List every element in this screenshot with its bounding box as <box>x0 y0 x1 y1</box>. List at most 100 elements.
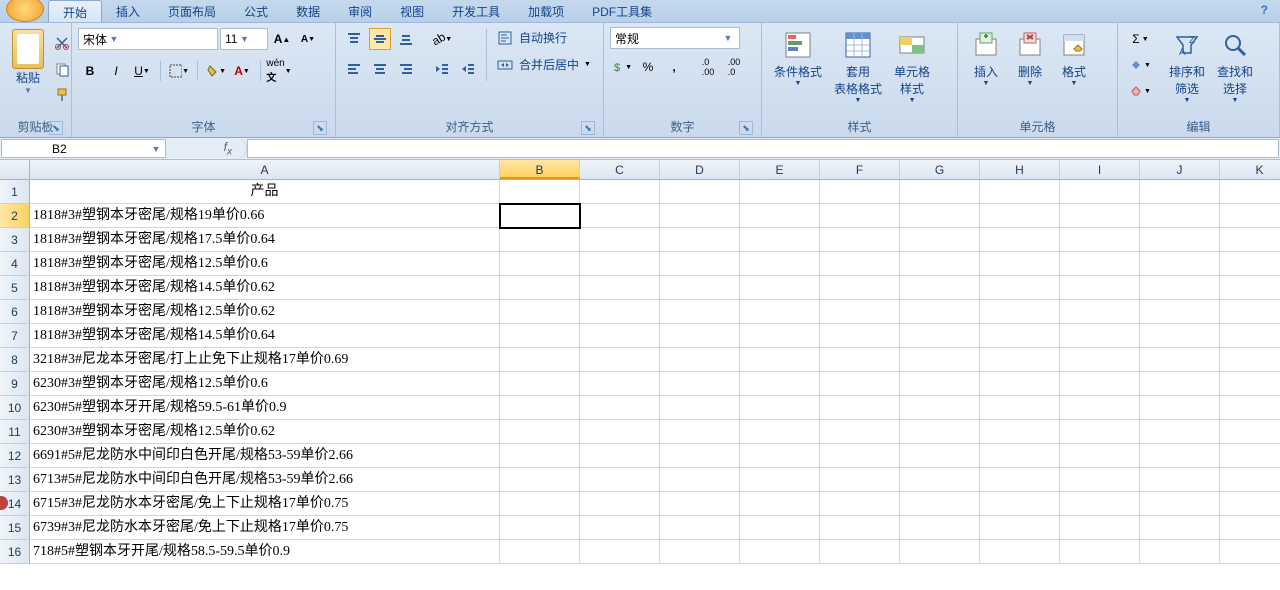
cell-G11[interactable] <box>900 420 980 444</box>
tab-1[interactable]: 插入 <box>102 0 154 22</box>
cell-B9[interactable] <box>500 372 580 396</box>
cell-H8[interactable] <box>980 348 1060 372</box>
tab-7[interactable]: 开发工具 <box>438 0 514 22</box>
cell-F7[interactable] <box>820 324 900 348</box>
cell-C10[interactable] <box>580 396 660 420</box>
cell-C7[interactable] <box>580 324 660 348</box>
cell-E14[interactable] <box>740 492 820 516</box>
tab-5[interactable]: 审阅 <box>334 0 386 22</box>
align-left-button[interactable] <box>343 58 365 80</box>
cell-F6[interactable] <box>820 300 900 324</box>
cell-E6[interactable] <box>740 300 820 324</box>
cell-B1[interactable] <box>500 180 580 204</box>
cell-C6[interactable] <box>580 300 660 324</box>
decrease-indent-button[interactable] <box>431 58 453 80</box>
cell-D7[interactable] <box>660 324 740 348</box>
table-format-button[interactable]: 套用 表格格式▼ <box>828 27 888 106</box>
row-header-9[interactable]: 9 <box>0 372 29 396</box>
cell-A6[interactable]: 1818#3#塑钢本牙密尾/规格12.5单价0.62 <box>30 300 500 324</box>
cell-F11[interactable] <box>820 420 900 444</box>
row-header-15[interactable]: 15 <box>0 516 29 540</box>
cell-B7[interactable] <box>500 324 580 348</box>
cell-B4[interactable] <box>500 252 580 276</box>
tab-8[interactable]: 加载项 <box>514 0 578 22</box>
cell-E9[interactable] <box>740 372 820 396</box>
cell-G8[interactable] <box>900 348 980 372</box>
cell-E16[interactable] <box>740 540 820 564</box>
cell-B16[interactable] <box>500 540 580 564</box>
cell-G9[interactable] <box>900 372 980 396</box>
increase-indent-button[interactable] <box>457 58 479 80</box>
cell-K1[interactable] <box>1220 180 1280 204</box>
row-headers[interactable]: 12345678910111213141516 <box>0 180 30 564</box>
cell-C1[interactable] <box>580 180 660 204</box>
column-header-E[interactable]: E <box>740 160 820 179</box>
cell-H1[interactable] <box>980 180 1060 204</box>
cell-A14[interactable]: 6715#3#尼龙防水本牙密尾/免上下止规格17单价0.75 <box>30 492 500 516</box>
row-header-3[interactable]: 3 <box>0 228 29 252</box>
cell-G2[interactable] <box>900 204 980 228</box>
alignment-launcher[interactable]: ⬊ <box>581 121 595 135</box>
name-box[interactable]: B2 ▼ <box>1 139 166 158</box>
cell-D5[interactable] <box>660 276 740 300</box>
cell-H15[interactable] <box>980 516 1060 540</box>
cell-K12[interactable] <box>1220 444 1280 468</box>
autosum-button[interactable]: Σ▼ <box>1125 28 1156 50</box>
cell-K8[interactable] <box>1220 348 1280 372</box>
cell-I12[interactable] <box>1060 444 1140 468</box>
cell-K11[interactable] <box>1220 420 1280 444</box>
spreadsheet-grid[interactable]: ABCDEFGHIJK 12345678910111213141516 产品18… <box>0 160 1280 590</box>
cell-D2[interactable] <box>660 204 740 228</box>
decrease-decimal-button[interactable]: .00.0 <box>723 56 745 78</box>
column-header-H[interactable]: H <box>980 160 1060 179</box>
cell-K9[interactable] <box>1220 372 1280 396</box>
cell-D10[interactable] <box>660 396 740 420</box>
cell-C9[interactable] <box>580 372 660 396</box>
column-header-D[interactable]: D <box>660 160 740 179</box>
cell-C14[interactable] <box>580 492 660 516</box>
row-header-8[interactable]: 8 <box>0 348 29 372</box>
formula-input[interactable] <box>247 139 1279 158</box>
cell-F13[interactable] <box>820 468 900 492</box>
row-header-14[interactable]: 14 <box>0 492 29 516</box>
cell-I16[interactable] <box>1060 540 1140 564</box>
cell-E1[interactable] <box>740 180 820 204</box>
clipboard-launcher[interactable]: ⬊ <box>49 121 63 135</box>
format-cells-button[interactable]: 格式▼ <box>1052 27 1096 89</box>
cell-E2[interactable] <box>740 204 820 228</box>
cell-K6[interactable] <box>1220 300 1280 324</box>
cell-H11[interactable] <box>980 420 1060 444</box>
cell-I10[interactable] <box>1060 396 1140 420</box>
cell-J8[interactable] <box>1140 348 1220 372</box>
column-header-F[interactable]: F <box>820 160 900 179</box>
column-header-G[interactable]: G <box>900 160 980 179</box>
merge-center-button[interactable]: 合并后居中 ▼ <box>493 54 595 75</box>
cell-I5[interactable] <box>1060 276 1140 300</box>
office-button[interactable] <box>6 0 44 22</box>
cell-I1[interactable] <box>1060 180 1140 204</box>
cell-I7[interactable] <box>1060 324 1140 348</box>
cell-E4[interactable] <box>740 252 820 276</box>
conditional-format-button[interactable]: 条件格式▼ <box>768 27 828 89</box>
underline-button[interactable]: U▼ <box>131 60 153 82</box>
format-painter-button[interactable] <box>51 84 73 106</box>
cell-G14[interactable] <box>900 492 980 516</box>
cell-I8[interactable] <box>1060 348 1140 372</box>
cell-B15[interactable] <box>500 516 580 540</box>
paste-button[interactable]: 粘贴 ▼ <box>6 27 50 97</box>
row-header-10[interactable]: 10 <box>0 396 29 420</box>
cell-H16[interactable] <box>980 540 1060 564</box>
cell-B2[interactable] <box>500 204 580 228</box>
tab-3[interactable]: 公式 <box>230 0 282 22</box>
cell-A11[interactable]: 6230#3#塑钢本牙密尾/规格12.5单价0.62 <box>30 420 500 444</box>
cell-E3[interactable] <box>740 228 820 252</box>
cell-F16[interactable] <box>820 540 900 564</box>
cell-K5[interactable] <box>1220 276 1280 300</box>
cell-C4[interactable] <box>580 252 660 276</box>
cell-B11[interactable] <box>500 420 580 444</box>
cell-H13[interactable] <box>980 468 1060 492</box>
column-header-C[interactable]: C <box>580 160 660 179</box>
cell-G1[interactable] <box>900 180 980 204</box>
cell-H5[interactable] <box>980 276 1060 300</box>
cell-J2[interactable] <box>1140 204 1220 228</box>
